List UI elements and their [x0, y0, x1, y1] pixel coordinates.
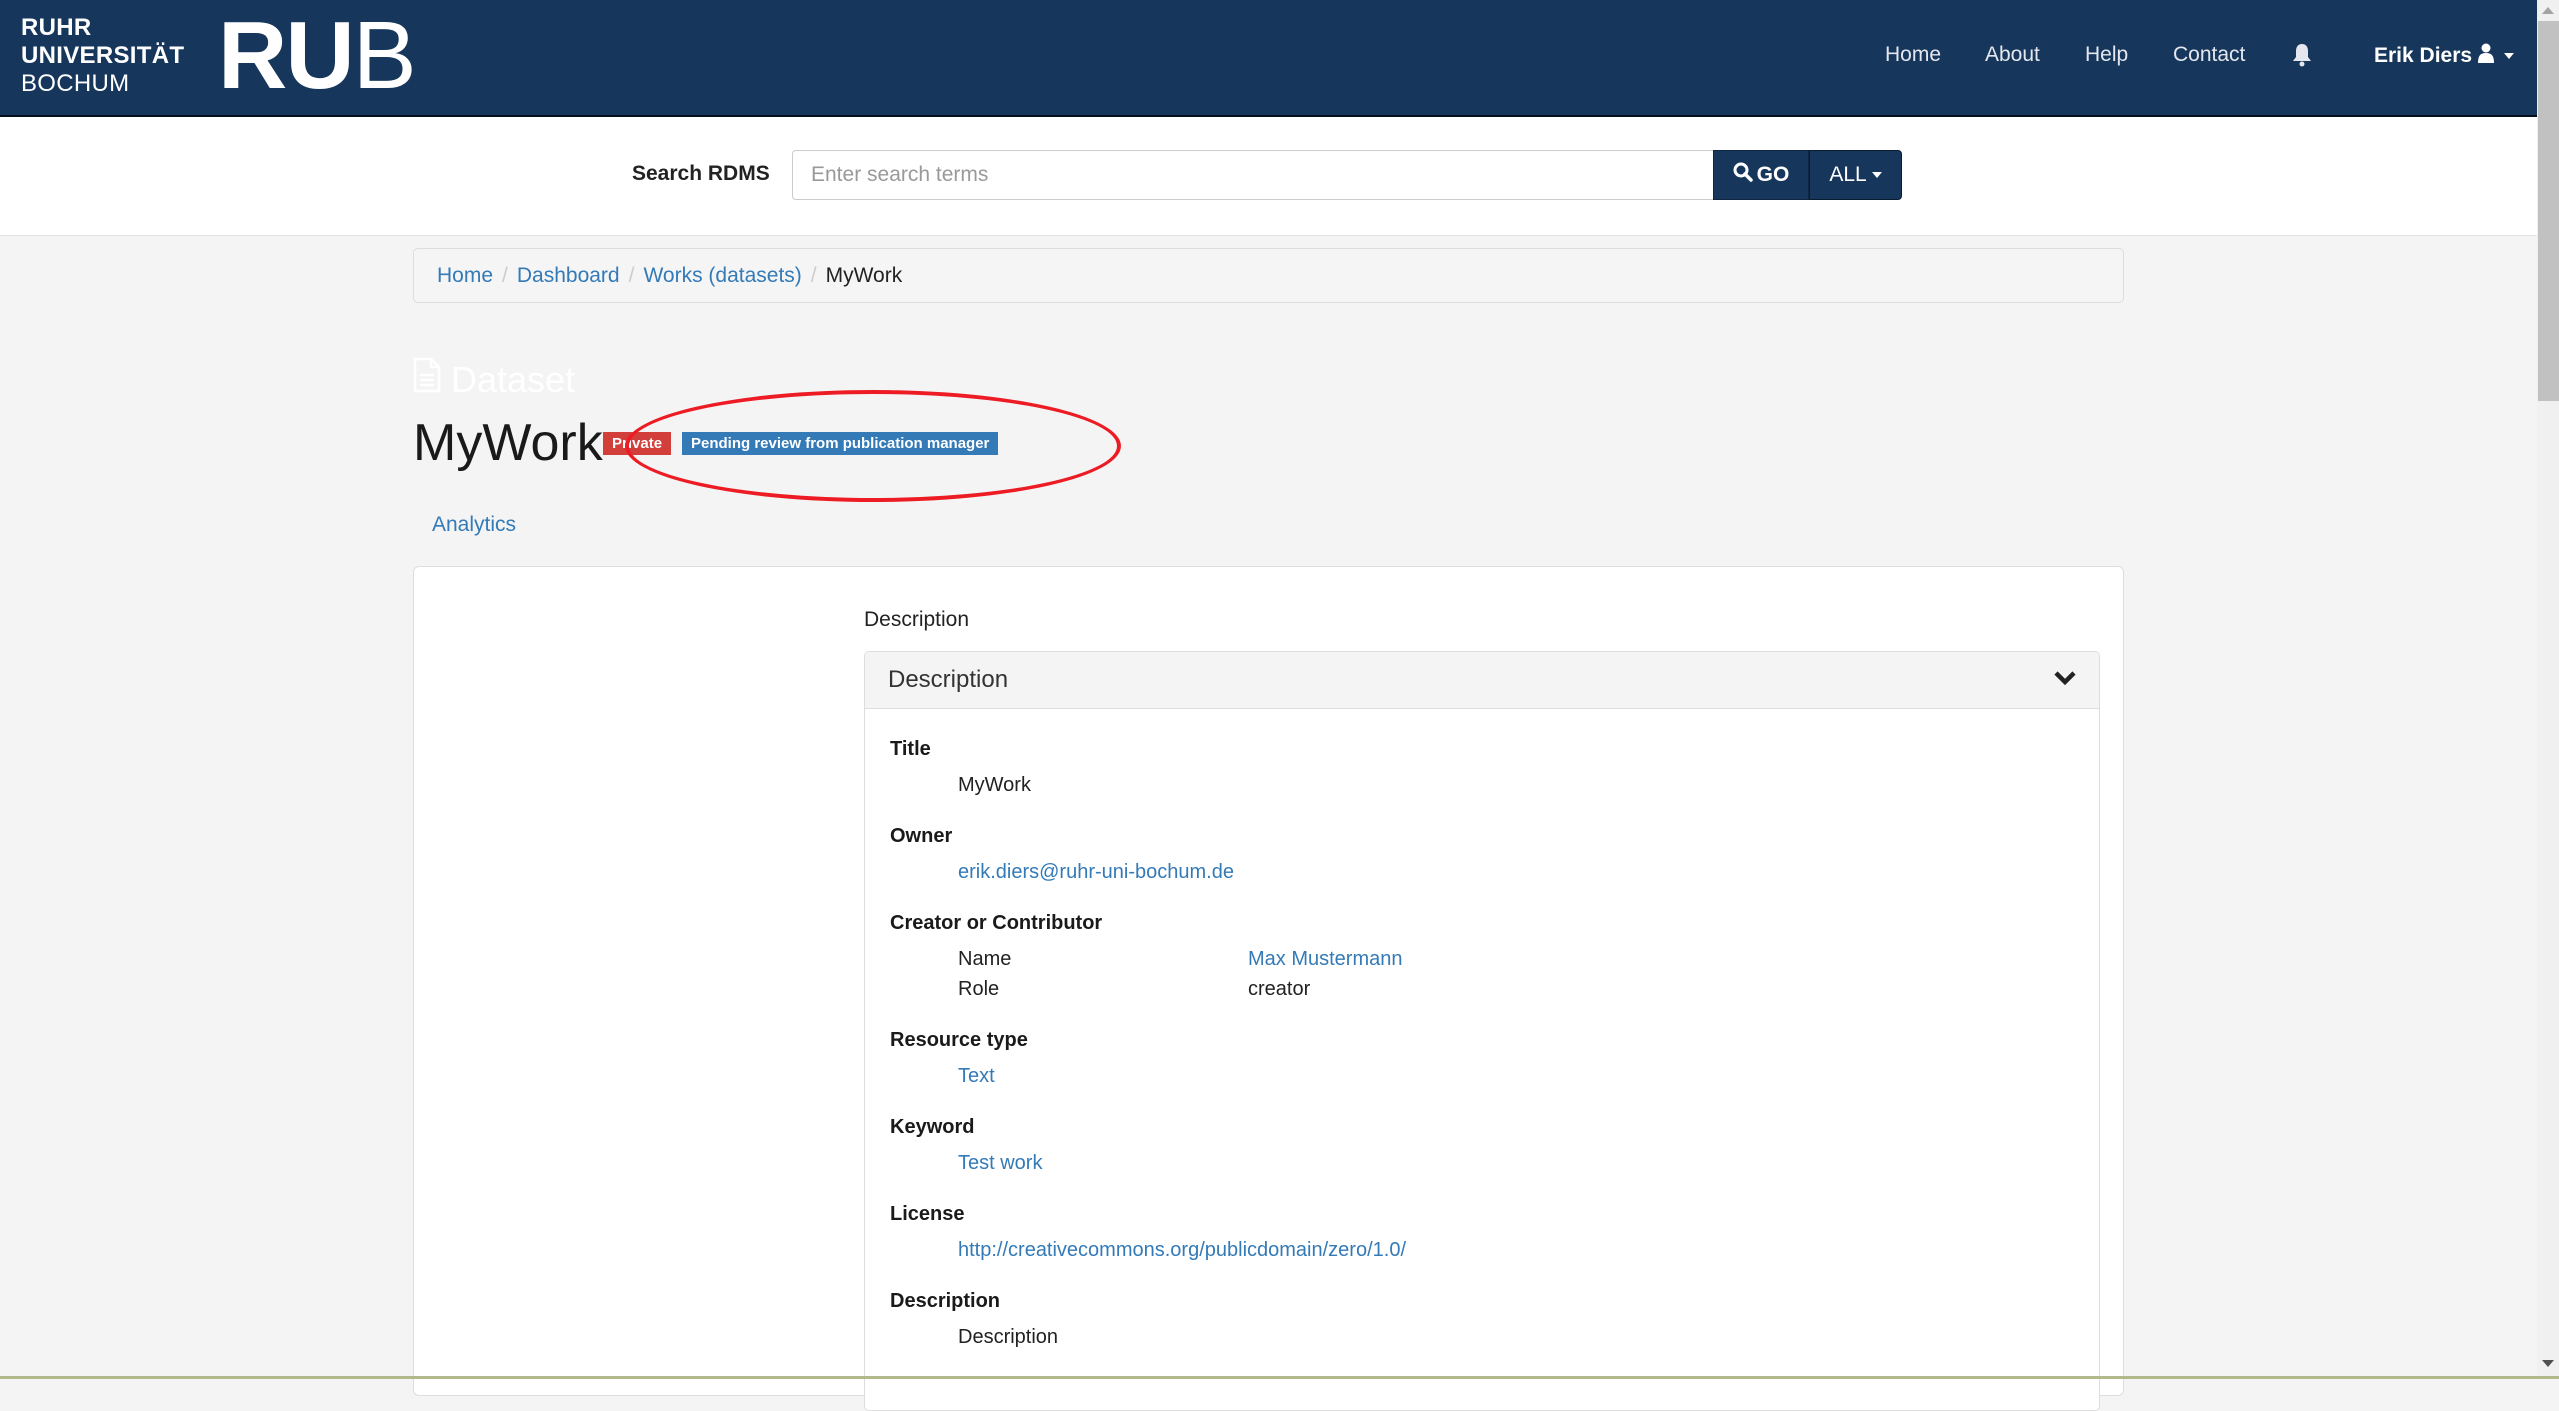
scroll-up-arrow-icon[interactable] — [2542, 7, 2554, 14]
description-panel-toggle[interactable]: Description — [865, 652, 2099, 709]
field-creator-label: Creator or Contributor — [890, 912, 1103, 934]
visibility-badge: Private — [603, 432, 672, 455]
field-license-label: License — [890, 1203, 965, 1225]
scope-label: ALL — [1829, 163, 1867, 186]
field-resource-type-value[interactable]: Text — [958, 1065, 995, 1088]
chevron-down-icon — [2504, 53, 2515, 59]
top-navbar: RUHR UNIVERSITÄT BOCHUM RUB Home About H… — [0, 0, 2537, 117]
field-title-label: Title — [890, 738, 931, 760]
field-title-value: MyWork — [958, 774, 1031, 796]
creator-name-key: Name — [958, 948, 1012, 970]
search-input[interactable] — [792, 150, 1713, 200]
description-panel: Description — [864, 651, 2100, 1411]
bell-icon[interactable] — [2292, 43, 2312, 72]
field-keyword-value[interactable]: Test work — [958, 1152, 1042, 1175]
field-resource-type-label: Resource type — [890, 1029, 1028, 1051]
work-type-header: Dataset — [413, 357, 575, 402]
nav-home[interactable]: Home — [1885, 43, 1941, 67]
logo-mark-bold: RU — [218, 2, 355, 109]
breadcrumb-separator: / — [628, 263, 635, 287]
field-description-label: Description — [890, 1290, 1001, 1312]
field-license-value[interactable]: http://creativecommons.org/publicdomain/… — [958, 1239, 1406, 1262]
logo-line-1: RUHR — [21, 14, 92, 41]
breadcrumb-separator: / — [810, 263, 817, 287]
nav-contact[interactable]: Contact — [2173, 43, 2245, 67]
workflow-status-badge: Pending review from publication manager — [682, 432, 999, 455]
breadcrumb: Home / Dashboard / Works (datasets) / My… — [413, 248, 2124, 303]
search-scope-dropdown[interactable]: ALL — [1809, 150, 1902, 200]
field-owner-label: Owner — [890, 825, 953, 847]
tab-analytics[interactable]: Analytics — [432, 513, 516, 537]
breadcrumb-dashboard[interactable]: Dashboard — [517, 264, 620, 288]
field-owner-value[interactable]: erik.diers@ruhr-uni-bochum.de — [958, 861, 1234, 884]
scrollbar-thumb[interactable] — [2538, 21, 2559, 401]
breadcrumb-home[interactable]: Home — [437, 264, 493, 288]
breadcrumb-works[interactable]: Works (datasets) — [643, 264, 801, 288]
rub-logo[interactable]: RUB — [218, 6, 417, 106]
university-logo-text[interactable]: RUHR UNIVERSITÄT BOCHUM — [21, 14, 184, 98]
nav-about[interactable]: About — [1985, 43, 2040, 67]
field-keyword-label: Keyword — [890, 1116, 975, 1138]
creator-name-value[interactable]: Max Mustermann — [1248, 948, 1403, 971]
search-bar: Search RDMS GO ALL — [0, 117, 2537, 236]
search-label: Search RDMS — [632, 162, 770, 185]
breadcrumb-current: MyWork — [825, 263, 903, 287]
scroll-down-arrow-icon[interactable] — [2542, 1360, 2554, 1367]
page-title: MyWork — [413, 414, 603, 472]
user-icon — [2478, 43, 2495, 69]
work-type-label: Dataset — [451, 358, 576, 400]
page-scrollbar[interactable] — [2537, 0, 2559, 1379]
nav-help[interactable]: Help — [2085, 43, 2128, 67]
creator-role-value: creator — [1248, 978, 1311, 1000]
panel-title: Description — [888, 666, 1009, 693]
logo-line-2: UNIVERSITÄT — [21, 42, 185, 69]
logo-mark-light: B — [352, 2, 417, 109]
field-description-value: Description — [958, 1326, 1059, 1348]
chevron-down-icon — [1871, 172, 1882, 178]
file-text-icon — [413, 357, 441, 402]
search-go-button[interactable]: GO — [1713, 150, 1809, 200]
user-name: Erik Diers — [2374, 44, 2473, 67]
go-label: GO — [1756, 163, 1790, 186]
user-menu[interactable]: Erik Diers — [2374, 43, 2515, 69]
creator-role-key: Role — [958, 978, 1000, 1000]
chevron-down-icon — [2054, 670, 2076, 691]
search-icon — [1733, 162, 1753, 188]
breadcrumb-separator: / — [502, 263, 508, 287]
logo-line-3: BOCHUM — [21, 70, 130, 97]
description-section-label: Description — [864, 608, 970, 631]
